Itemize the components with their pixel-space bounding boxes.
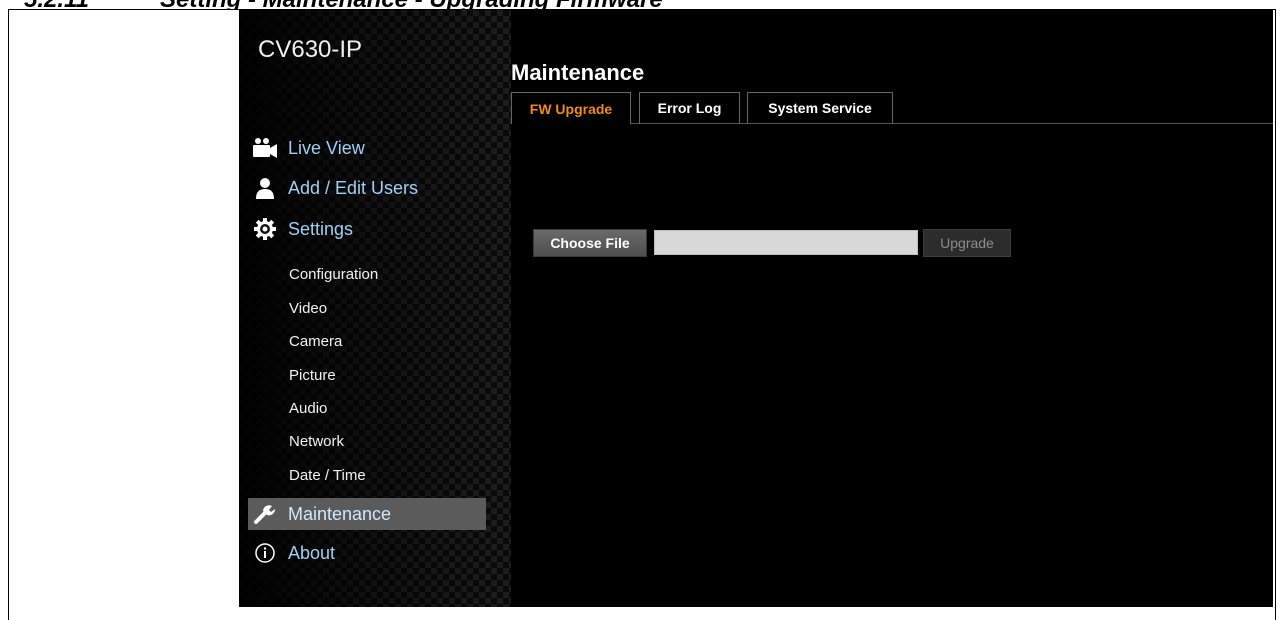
video-camera-icon bbox=[250, 136, 280, 160]
file-path-field[interactable] bbox=[654, 230, 918, 255]
nav-sub-date-time[interactable]: Date / Time bbox=[289, 467, 366, 484]
upgrade-button[interactable]: Upgrade bbox=[923, 229, 1011, 257]
nav-sub-audio[interactable]: Audio bbox=[289, 400, 327, 417]
nav-about-label: About bbox=[288, 542, 336, 563]
nav-live-view[interactable]: Live View bbox=[248, 132, 486, 164]
nav-sub-picture[interactable]: Picture bbox=[289, 367, 336, 384]
nav-sub-network[interactable]: Network bbox=[289, 433, 344, 450]
nav-maintenance[interactable]: Maintenance bbox=[248, 498, 486, 530]
nav-sub-video[interactable]: Video bbox=[289, 300, 327, 317]
nav-live-view-label: Live View bbox=[288, 137, 365, 158]
nav-about[interactable]: About bbox=[248, 537, 486, 569]
app-title: CV630-IP bbox=[258, 36, 363, 63]
page-title: Maintenance bbox=[511, 60, 645, 85]
gear-icon bbox=[250, 217, 280, 241]
nav-add-edit-users-label: Add / Edit Users bbox=[288, 177, 419, 198]
nav-settings-label: Settings bbox=[288, 218, 354, 239]
choose-file-button[interactable]: Choose File bbox=[533, 229, 647, 257]
info-icon bbox=[250, 541, 280, 565]
nav-sub-configuration[interactable]: Configuration bbox=[289, 266, 378, 283]
nav-sub-camera[interactable]: Camera bbox=[289, 333, 342, 350]
nav-maintenance-label: Maintenance bbox=[288, 503, 392, 524]
nav-add-edit-users[interactable]: Add / Edit Users bbox=[248, 172, 486, 204]
user-icon bbox=[250, 176, 280, 200]
tab-error-log[interactable]: Error Log bbox=[639, 92, 740, 123]
tab-system-service[interactable]: System Service bbox=[747, 92, 893, 123]
nav-settings[interactable]: Settings bbox=[248, 213, 486, 245]
wrench-icon bbox=[250, 502, 280, 526]
tab-fw-upgrade[interactable]: FW Upgrade bbox=[511, 92, 631, 124]
